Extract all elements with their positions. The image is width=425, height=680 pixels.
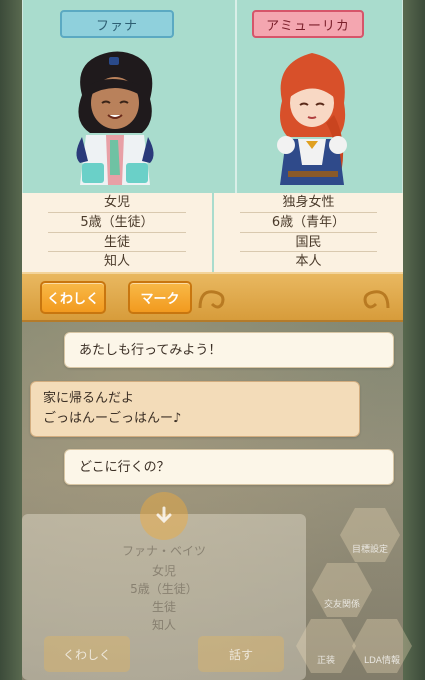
right-character-info: 独身女性 6歳（青年） 国民 本人 (214, 193, 403, 272)
left-info-relation: 知人 (103, 254, 130, 270)
right-info-age: 6歳（青年） (240, 213, 377, 233)
dialog-text-2b: ごっはんーごっはんー♪ (43, 411, 182, 426)
mark-button[interactable]: マーク (128, 281, 192, 314)
dialog-text-2a: 家に帰るんだよ (43, 391, 135, 406)
right-character-name: アミューリカ (252, 10, 364, 38)
bg-card-info-1: 女児 (151, 564, 176, 578)
action-button-strip: くわしく マーク (22, 272, 403, 322)
bg-card-info-4: 知人 (151, 618, 176, 632)
left-character-portrait (76, 51, 154, 185)
bg-talk-button[interactable]: 話す (198, 636, 284, 672)
right-info-type: 独身女性 (240, 193, 377, 213)
left-info-type: 女児 (48, 193, 186, 213)
left-info-role: 生徒 (48, 233, 186, 253)
dialog-bubble-1: あたしも行ってみよう！ (64, 332, 394, 368)
left-character-name: ファナ (60, 10, 174, 38)
left-character-info: 女児 5歳（生徒） 生徒 知人 (22, 193, 212, 272)
bg-details-button[interactable]: くわしく (44, 636, 130, 672)
right-character-portrait (277, 53, 347, 185)
scroll-ornament-icon (198, 290, 225, 309)
dialog-text-1: あたしも行ってみよう！ (79, 343, 222, 358)
details-button[interactable]: くわしく (40, 281, 106, 314)
bg-card-info-2: 5歳（生徒） (130, 582, 198, 596)
right-info-relation: 本人 (295, 254, 322, 270)
bg-card-name: ファナ・ベイツ (121, 544, 206, 558)
dialog-bubble-3: どこに行くの？ (64, 449, 394, 485)
dialog-text-3: どこに行くの？ (79, 460, 170, 475)
scroll-ornament-icon (363, 290, 390, 309)
dialog-bubble-2: 家に帰るんだよ ごっはんーごっはんー♪ (30, 381, 360, 437)
left-frame (0, 0, 22, 680)
scroll-down-button[interactable] (140, 492, 188, 540)
right-info-role: 国民 (240, 233, 377, 253)
bg-card-info-3: 生徒 (151, 600, 176, 614)
arrow-down-icon (156, 506, 172, 524)
left-info-age: 5歳（生徒） (48, 213, 186, 233)
right-frame (403, 0, 425, 680)
